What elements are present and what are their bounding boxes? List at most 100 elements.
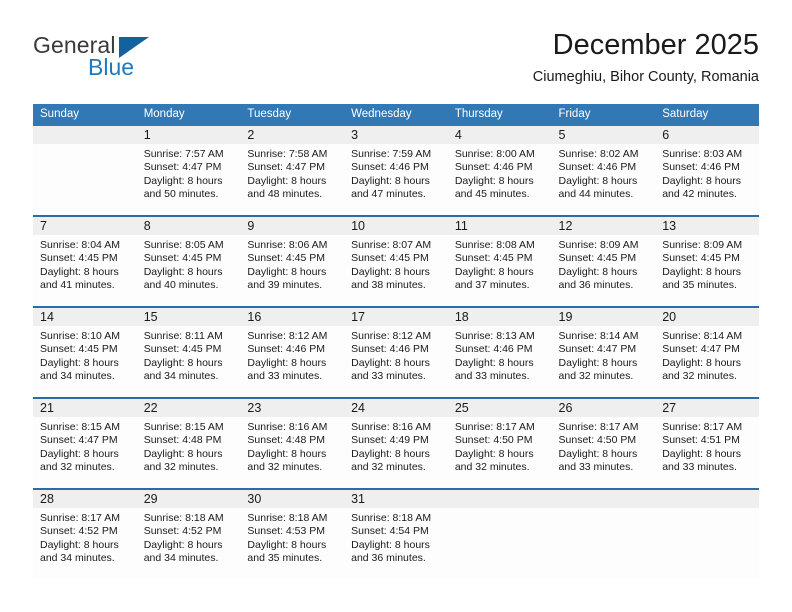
day-cell-28[interactable]: 28 Sunrise: 8:17 AM Sunset: 4:52 PM Dayligh… <box>33 490 137 579</box>
daylight-text-cont: and 33 minutes. <box>247 370 323 383</box>
daylight-text: Daylight: 8 hours <box>351 174 430 187</box>
calendar-day-cell: 7 Sunrise: 8:04 AM Sunset: 4:45 PM Daylight… <box>33 215 137 307</box>
day-cell-31[interactable]: 31 Sunrise: 8:18 AM Sunset: 4:54 PM Dayligh… <box>344 490 448 579</box>
day-number: 11 <box>447 217 552 235</box>
day-cell-13[interactable]: 13 Sunrise: 8:09 AM Sunset: 4:45 PM Dayligh… <box>655 217 759 306</box>
day-cell-7[interactable]: 7 Sunrise: 8:04 AM Sunset: 4:45 PM Daylight… <box>33 217 137 306</box>
daylight-text: Daylight: 8 hours <box>454 447 534 460</box>
calendar-day-cell: 15 Sunrise: 8:11 AM Sunset: 4:45 PM Dayligh… <box>136 306 241 398</box>
day-cell-10[interactable]: 10 Sunrise: 8:07 AM Sunset: 4:45 PM Dayligh… <box>344 217 448 306</box>
sunrise-text: Sunrise: 8:08 AM <box>454 239 535 251</box>
day-cell-24[interactable]: 24 Sunrise: 8:16 AM Sunset: 4:49 PM Dayligh… <box>344 399 448 488</box>
day-number: 21 <box>33 399 137 417</box>
sunset-text: Sunset: 4:50 PM <box>454 434 533 447</box>
daylight-text: Daylight: 8 hours <box>662 174 742 187</box>
day-cell-5[interactable]: 5 Sunrise: 8:02 AM Sunset: 4:46 PM Daylight… <box>551 126 656 215</box>
day-cell-11[interactable]: 11 Sunrise: 8:08 AM Sunset: 4:45 PM Dayligh… <box>447 217 552 306</box>
day-number <box>551 490 656 508</box>
day-cell-3[interactable]: 3 Sunrise: 7:59 AM Sunset: 4:46 PM Daylight… <box>344 126 448 215</box>
sunrise-text: Sunrise: 7:58 AM <box>247 148 328 160</box>
day-number <box>655 490 759 508</box>
calendar-day-cell: 11 Sunrise: 8:08 AM Sunset: 4:45 PM Dayligh… <box>447 215 552 307</box>
title-block: December 2025 Ciumeghiu, Bihor County, R… <box>533 28 759 87</box>
day-details: Sunrise: 8:12 AM Sunset: 4:46 PM Daylight:… <box>240 326 344 384</box>
sunset-text: Sunset: 4:45 PM <box>40 343 118 356</box>
day-cell-12[interactable]: 12 Sunrise: 8:09 AM Sunset: 4:45 PM Dayligh… <box>551 217 656 306</box>
sunset-text: Sunset: 4:45 PM <box>40 252 118 265</box>
calendar-day-cell: 20 Sunrise: 8:14 AM Sunset: 4:47 PM Dayligh… <box>655 306 759 398</box>
day-number: 3 <box>344 126 448 144</box>
day-cell-16[interactable]: 16 Sunrise: 8:12 AM Sunset: 4:46 PM Dayligh… <box>240 308 345 397</box>
sunrise-text: Sunrise: 8:16 AM <box>351 421 432 433</box>
sunset-text: Sunset: 4:46 PM <box>454 343 533 356</box>
daylight-text-cont: and 42 minutes. <box>662 188 737 201</box>
day-number: 6 <box>655 126 759 144</box>
day-cell-22[interactable]: 22 Sunrise: 8:15 AM Sunset: 4:48 PM Dayligh… <box>136 399 241 488</box>
daylight-text: Daylight: 8 hours <box>558 447 638 460</box>
daylight-text: Daylight: 8 hours <box>143 265 223 278</box>
day-cell-26[interactable]: 26 Sunrise: 8:17 AM Sunset: 4:50 PM Dayligh… <box>551 399 656 488</box>
day-cell-30[interactable]: 30 Sunrise: 8:18 AM Sunset: 4:53 PM Dayligh… <box>240 490 345 579</box>
day-number: 9 <box>240 217 345 235</box>
calendar-day-cell: 4 Sunrise: 8:00 AM Sunset: 4:46 PM Daylight… <box>447 126 552 216</box>
calendar-day-cell: 30 Sunrise: 8:18 AM Sunset: 4:53 PM Dayligh… <box>240 488 345 579</box>
day-cell-17[interactable]: 17 Sunrise: 8:12 AM Sunset: 4:46 PM Dayligh… <box>344 308 448 397</box>
daylight-text-cont: and 45 minutes. <box>454 188 530 201</box>
day-cell-18[interactable]: 18 Sunrise: 8:13 AM Sunset: 4:46 PM Dayligh… <box>447 308 552 397</box>
day-cell-15[interactable]: 15 Sunrise: 8:11 AM Sunset: 4:45 PM Dayligh… <box>136 308 241 397</box>
day-cell-20[interactable]: 20 Sunrise: 8:14 AM Sunset: 4:47 PM Dayligh… <box>655 308 759 397</box>
day-number: 26 <box>551 399 656 417</box>
daylight-text: Daylight: 8 hours <box>143 174 223 187</box>
day-number: 22 <box>136 399 241 417</box>
day-details: Sunrise: 8:05 AM Sunset: 4:45 PM Daylight:… <box>137 235 241 293</box>
sunrise-text: Sunrise: 8:02 AM <box>558 148 639 160</box>
calendar-day-cell <box>655 488 759 579</box>
day-cell-9[interactable]: 9 Sunrise: 8:06 AM Sunset: 4:45 PM Daylight… <box>240 217 345 306</box>
day-details: Sunrise: 8:12 AM Sunset: 4:46 PM Daylight:… <box>344 326 448 384</box>
day-cell-2[interactable]: 2 Sunrise: 7:58 AM Sunset: 4:47 PM Daylight… <box>240 126 345 215</box>
day-cell-8[interactable]: 8 Sunrise: 8:05 AM Sunset: 4:45 PM Daylight… <box>136 217 241 306</box>
day-cell-19[interactable]: 19 Sunrise: 8:14 AM Sunset: 4:47 PM Dayligh… <box>551 308 656 397</box>
day-cell-1[interactable]: 1 Sunrise: 7:57 AM Sunset: 4:47 PM Daylight… <box>136 126 241 215</box>
day-cell-29[interactable]: 29 Sunrise: 8:18 AM Sunset: 4:52 PM Dayligh… <box>136 490 241 579</box>
weekday-header-saturday: Saturday <box>655 104 759 126</box>
daylight-text: Daylight: 8 hours <box>662 447 742 460</box>
daylight-text-cont: and 48 minutes. <box>247 188 323 201</box>
generalblue-logo[interactable]: General Blue <box>33 32 213 86</box>
sunrise-text: Sunrise: 8:15 AM <box>143 421 224 433</box>
daylight-text-cont: and 44 minutes. <box>558 188 634 201</box>
empty-day-cell <box>655 490 759 579</box>
calendar-week-row: 21 Sunrise: 8:15 AM Sunset: 4:47 PM Dayligh… <box>33 397 759 489</box>
calendar-day-cell: 9 Sunrise: 8:06 AM Sunset: 4:45 PM Daylight… <box>240 215 345 307</box>
weekday-header-sunday: Sunday <box>33 104 137 126</box>
day-details: Sunrise: 8:15 AM Sunset: 4:47 PM Daylight:… <box>33 417 137 475</box>
daylight-text: Daylight: 8 hours <box>143 356 223 369</box>
day-cell-25[interactable]: 25 Sunrise: 8:17 AM Sunset: 4:50 PM Dayligh… <box>447 399 552 488</box>
day-cell-6[interactable]: 6 Sunrise: 8:03 AM Sunset: 4:46 PM Daylight… <box>655 126 759 215</box>
day-cell-14[interactable]: 14 Sunrise: 8:10 AM Sunset: 4:45 PM Dayligh… <box>33 308 137 397</box>
daylight-text-cont: and 41 minutes. <box>40 279 115 292</box>
daylight-text-cont: and 38 minutes. <box>351 279 426 292</box>
day-cell-23[interactable]: 23 Sunrise: 8:16 AM Sunset: 4:48 PM Dayligh… <box>240 399 345 488</box>
day-number: 1 <box>136 126 241 144</box>
day-cell-4[interactable]: 4 Sunrise: 8:00 AM Sunset: 4:46 PM Daylight… <box>447 126 552 215</box>
daylight-text: Daylight: 8 hours <box>351 538 430 551</box>
day-cell-27[interactable]: 27 Sunrise: 8:17 AM Sunset: 4:51 PM Dayligh… <box>655 399 759 488</box>
day-details <box>33 144 137 148</box>
sunrise-text: Sunrise: 8:03 AM <box>662 148 743 160</box>
day-number: 28 <box>33 490 137 508</box>
daylight-text: Daylight: 8 hours <box>143 538 223 551</box>
daylight-text-cont: and 33 minutes. <box>454 370 530 383</box>
day-details: Sunrise: 8:04 AM Sunset: 4:45 PM Daylight:… <box>33 235 137 293</box>
day-cell-21[interactable]: 21 Sunrise: 8:15 AM Sunset: 4:47 PM Dayligh… <box>33 399 137 488</box>
daylight-text: Daylight: 8 hours <box>351 265 430 278</box>
daylight-text: Daylight: 8 hours <box>662 265 742 278</box>
calendar-week-row: 1 Sunrise: 7:57 AM Sunset: 4:47 PM Daylight… <box>33 126 759 216</box>
sunrise-text: Sunrise: 8:14 AM <box>662 330 743 342</box>
sunset-text: Sunset: 4:45 PM <box>558 252 637 265</box>
daylight-text: Daylight: 8 hours <box>40 265 119 278</box>
day-number: 10 <box>344 217 448 235</box>
sunrise-text: Sunrise: 8:15 AM <box>40 421 120 433</box>
daylight-text-cont: and 34 minutes. <box>143 552 219 565</box>
sunrise-text: Sunrise: 8:17 AM <box>454 421 535 433</box>
